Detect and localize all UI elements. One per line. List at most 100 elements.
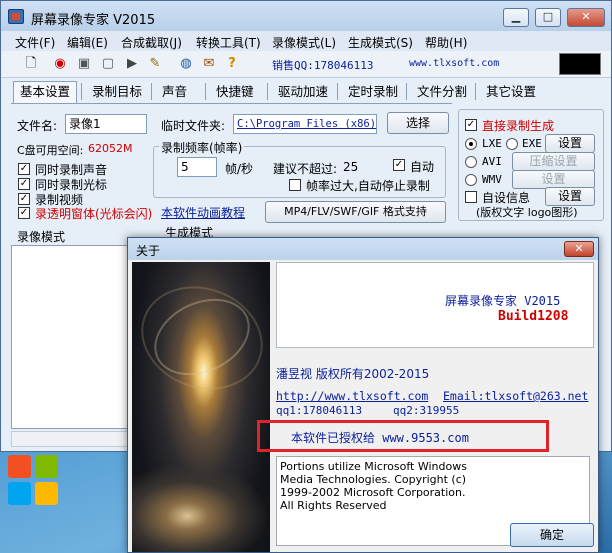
record-cursor-checkbox[interactable]: ✓	[18, 178, 30, 190]
auto-stop-checkbox[interactable]	[289, 179, 301, 191]
tab-schedule[interactable]: 定时录制	[341, 81, 405, 103]
menu-convert[interactable]: 转换工具(T)	[196, 34, 261, 51]
tab-separator	[151, 83, 152, 100]
tab-basic[interactable]: 基本设置	[13, 81, 78, 103]
about-title: 关于	[136, 244, 161, 258]
website-link[interactable]: www.tlxsoft.com	[409, 58, 499, 69]
horizontal-scrollbar[interactable]	[11, 431, 129, 447]
product-name: 屏幕录像专家 V2015	[445, 294, 561, 308]
preview-box	[559, 53, 601, 75]
tab-split[interactable]: 文件分割	[410, 81, 474, 103]
avi-label: AVI	[482, 155, 502, 168]
framerate-legend: 录制频率(帧率)	[159, 139, 245, 156]
tab-sound[interactable]: 声音	[155, 81, 194, 103]
select-folder-button[interactable]: 选择	[387, 112, 449, 134]
close-button[interactable]: ✕	[567, 8, 605, 27]
magic-wand-icon[interactable]: ✎	[145, 54, 165, 74]
help-icon[interactable]: ?	[222, 54, 242, 74]
menu-bar: 文件(F) 编辑(E) 合成截取(J) 转换工具(T) 录像模式(L) 生成模式…	[1, 31, 611, 51]
suggest-value: 25	[343, 160, 359, 174]
maximize-button[interactable]: □	[535, 8, 561, 27]
direct-record-label: 直接录制生成	[482, 119, 555, 133]
tab-separator	[267, 83, 268, 100]
new-file-icon[interactable]: 🗋	[21, 54, 41, 74]
email-link[interactable]: Email:tlxsoft@263.net	[443, 389, 588, 403]
tab-separator	[81, 83, 82, 100]
framerate-input[interactable]: 5	[177, 157, 217, 177]
menu-compose[interactable]: 合成截取(J)	[121, 34, 182, 51]
filename-label: 文件名:	[17, 119, 58, 133]
custom-info-note: (版权文字 logo图形)	[476, 206, 578, 219]
record-transparent-checkbox[interactable]: ✓	[18, 207, 30, 219]
windows-logo-icon	[8, 455, 60, 507]
auto-checkbox[interactable]: ✓	[393, 159, 405, 171]
record-video-checkbox[interactable]: ✓	[18, 193, 30, 205]
record-audio-checkbox[interactable]: ✓	[18, 163, 30, 175]
exe-settings-button[interactable]: 设置	[545, 134, 595, 153]
about-title-bar[interactable]: 关于 ✕	[128, 238, 598, 260]
custom-info-checkbox[interactable]	[465, 191, 477, 203]
homepage-link[interactable]: http://www.tlxsoft.com	[276, 389, 428, 403]
direct-record-checkbox[interactable]: ✓	[465, 119, 477, 131]
tab-hotkey[interactable]: 快捷键	[209, 81, 261, 103]
pause-icon[interactable]: ▣	[74, 54, 94, 74]
title-bar[interactable]: 屏幕录像专家 V2015 ▁ □ ✕	[1, 1, 611, 31]
tempdir-label: 临时文件夹:	[161, 119, 226, 133]
gift-icon[interactable]: ✉	[199, 54, 219, 74]
about-close-button[interactable]: ✕	[564, 241, 594, 257]
build-number: Build1208	[498, 309, 569, 324]
ms-notice-line: Media Technologies. Copyright (c)	[280, 473, 467, 486]
tab-target[interactable]: 录制目标	[85, 81, 149, 103]
stop-icon[interactable]: ▢	[98, 54, 118, 74]
record-transparent-label: 录透明窗体(光标会闪)	[35, 207, 153, 221]
license-text: 本软件已授权给 www.9553.com	[291, 431, 469, 445]
filename-input[interactable]: 录像1	[65, 114, 147, 134]
suggest-label: 建议不超过:	[273, 162, 338, 176]
record-mode-list[interactable]	[11, 245, 129, 429]
menu-record-mode[interactable]: 录像模式(L)	[272, 34, 336, 51]
galaxy-image	[132, 262, 270, 552]
app-icon	[8, 9, 24, 24]
ms-notice-line: 1999-2002 Microsoft Corporation.	[280, 486, 466, 499]
menu-gen-mode[interactable]: 生成模式(S)	[348, 34, 413, 51]
sales-qq: 销售QQ:178046113	[272, 59, 374, 72]
tempdir-input[interactable]: C:\Program Files (x86)\	[233, 114, 377, 134]
record-icon[interactable]: ◉	[50, 54, 70, 74]
window-title: 屏幕录像专家 V2015	[31, 13, 156, 28]
camera-icon[interactable]: ▶	[122, 54, 142, 74]
auto-label: 自动	[410, 160, 435, 174]
ms-notice-line: Portions utilize Microsoft Windows	[280, 460, 467, 473]
tab-separator	[337, 83, 338, 100]
ok-button[interactable]: 确定	[510, 523, 594, 547]
ms-notice-line: All Rights Reserved	[280, 499, 387, 512]
auto-stop-label: 帧率过大,自动停止录制	[306, 179, 430, 193]
wmv-radio[interactable]	[465, 174, 477, 186]
disk-space-label: C盘可用空间:	[17, 144, 84, 157]
menu-help[interactable]: 帮助(H)	[425, 34, 467, 51]
menu-file[interactable]: 文件(F)	[15, 34, 55, 51]
wmv-label: WMV	[482, 173, 502, 186]
tab-driver[interactable]: 驱动加速	[271, 81, 335, 103]
record-mode-header: 录像模式	[17, 230, 66, 244]
lxe-radio[interactable]	[465, 138, 477, 150]
tab-separator	[406, 83, 407, 100]
tutorial-link[interactable]: 本软件动画教程	[161, 204, 245, 221]
globe-icon[interactable]: ◍	[176, 54, 196, 74]
tab-other[interactable]: 其它设置	[479, 81, 543, 103]
tab-separator	[475, 83, 476, 100]
toolbar: 🗋 ◉ ▣ ▢ ▶ ✎ ◍ ✉ ? 销售QQ:178046113 www.tlx…	[1, 51, 611, 78]
qq2-text: qq2:319955	[393, 404, 460, 417]
format-support-button[interactable]: MP4/FLV/SWF/GIF 格式支持	[265, 201, 446, 223]
menu-edit[interactable]: 编辑(E)	[67, 34, 108, 51]
lxe-label: LXE	[482, 137, 502, 150]
avi-radio[interactable]	[465, 156, 477, 168]
tab-separator	[205, 83, 206, 100]
exe-radio[interactable]	[506, 138, 518, 150]
disk-space-value: 62052M	[88, 142, 133, 155]
compress-settings-button[interactable]: 压缩设置	[512, 152, 595, 171]
qq1-text: qq1:178046113	[276, 404, 363, 417]
exe-label: EXE	[522, 137, 542, 150]
minimize-button[interactable]: ▁	[503, 8, 529, 27]
copyright-author: 潘昱视 版权所有2002-2015	[276, 367, 430, 381]
framerate-unit: 帧/秒	[225, 162, 254, 176]
